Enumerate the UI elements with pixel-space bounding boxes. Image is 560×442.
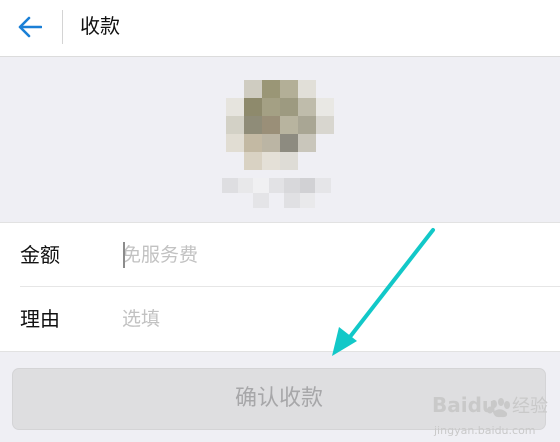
avatar-pixel	[316, 152, 334, 170]
avatar-pixel	[226, 80, 244, 98]
avatar-pixel	[244, 134, 262, 152]
top-bar: 收款	[0, 0, 560, 57]
avatar-pixel	[298, 80, 316, 98]
avatar-pixel	[262, 152, 280, 170]
page-title: 收款	[80, 14, 120, 38]
payment-form: 金额 理由	[0, 222, 560, 352]
avatar-pixel	[316, 80, 334, 98]
avatar-pixel	[262, 80, 280, 98]
avatar-pixel	[244, 80, 262, 98]
avatar-pixel	[316, 116, 334, 134]
name-pixel	[222, 193, 238, 208]
avatar-pixel	[298, 152, 316, 170]
back-button[interactable]	[12, 10, 50, 44]
name-pixel	[237, 193, 253, 208]
avatar-pixel	[280, 152, 298, 170]
name-pixel	[222, 178, 238, 193]
name-pixel	[330, 178, 346, 193]
name-pixel	[299, 193, 315, 208]
amount-row: 金额	[0, 223, 560, 286]
reason-label: 理由	[20, 307, 60, 331]
avatar-pixel	[226, 134, 244, 152]
reason-row: 理由	[0, 287, 560, 350]
avatar-pixel	[298, 134, 316, 152]
arrow-left-icon	[18, 16, 42, 38]
avatar-pixel	[226, 98, 244, 116]
avatar-pixel	[316, 134, 334, 152]
name-pixel	[284, 178, 300, 193]
avatar-pixel	[298, 98, 316, 116]
name-pixel	[284, 193, 300, 208]
avatar-pixel	[280, 116, 298, 134]
avatar-pixel	[280, 134, 298, 152]
avatar-pixel	[280, 98, 298, 116]
name-pixel	[253, 193, 269, 208]
name-pixel	[315, 193, 331, 208]
name-pixel	[268, 178, 284, 193]
name-pixel	[299, 178, 315, 193]
avatar-pixel	[226, 152, 244, 170]
text-cursor	[123, 242, 125, 268]
avatar-pixel	[298, 116, 316, 134]
name-pixel	[237, 178, 253, 193]
header-separator	[62, 10, 63, 44]
reason-input[interactable]	[122, 301, 522, 337]
amount-input[interactable]	[122, 237, 522, 273]
avatar-pixel	[262, 116, 280, 134]
name-pixel	[315, 178, 331, 193]
avatar-pixel	[262, 134, 280, 152]
avatar-pixel	[244, 116, 262, 134]
avatar-pixel	[244, 98, 262, 116]
name-pixel	[268, 193, 284, 208]
avatar-pixel	[226, 116, 244, 134]
name-pixel	[330, 193, 346, 208]
amount-label: 金额	[20, 243, 60, 267]
recipient-name-blurred	[222, 178, 346, 208]
name-pixel	[253, 178, 269, 193]
avatar-pixel	[244, 152, 262, 170]
avatar-pixel	[262, 98, 280, 116]
recipient-avatar	[226, 80, 334, 170]
avatar-pixel	[316, 98, 334, 116]
confirm-receive-button[interactable]: 确认收款	[12, 368, 546, 430]
avatar-pixel	[280, 80, 298, 98]
